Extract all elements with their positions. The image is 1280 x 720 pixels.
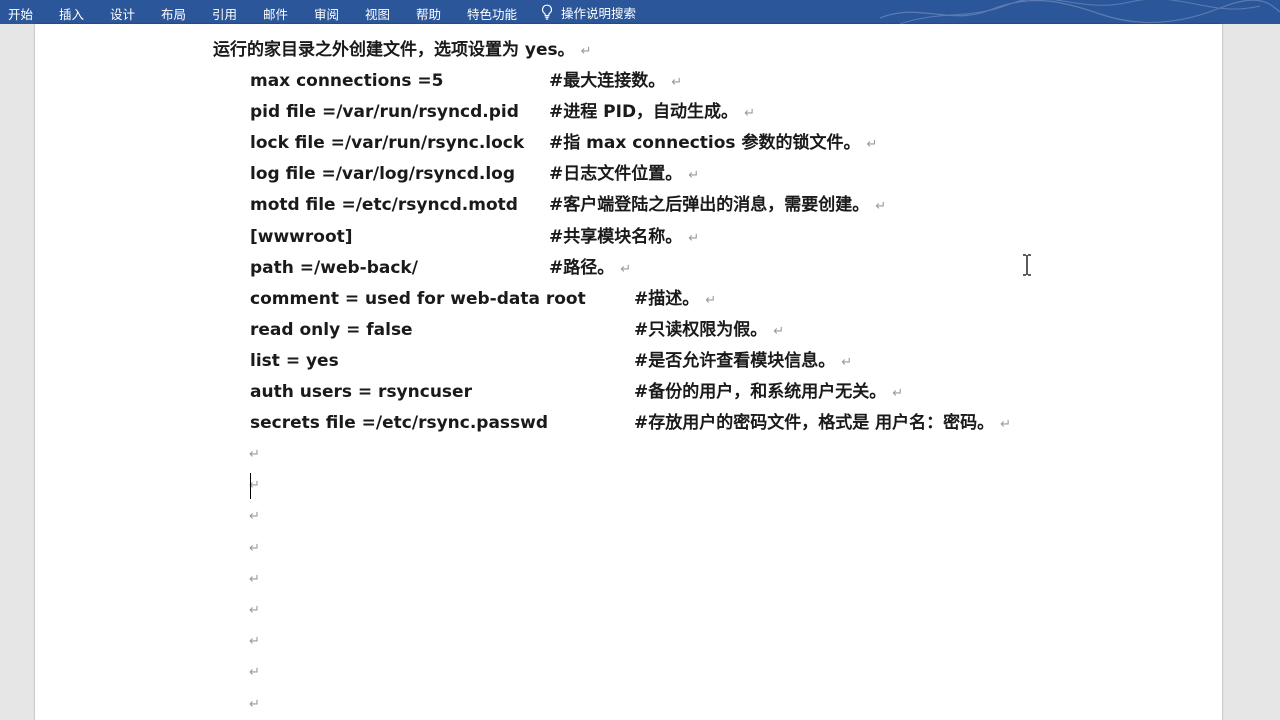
- comment-text: #共享模块名称。: [549, 227, 683, 247]
- config-code: read only = false: [250, 320, 413, 340]
- comment-text: #日志文件位置。: [549, 164, 683, 184]
- tab-home[interactable]: 开始: [8, 4, 33, 23]
- paragraph-mark: ↵: [773, 324, 785, 339]
- config-code: secrets file =/etc/rsync.passwd: [250, 413, 549, 433]
- tell-me-search[interactable]: 操作说明搜索: [541, 0, 636, 24]
- config-comment: #是否允许查看模块信息。 ↵: [634, 347, 852, 375]
- tell-me-label: 操作说明搜索: [561, 5, 637, 21]
- config-comment: #共享模块名称。 ↵: [549, 223, 699, 251]
- config-code: list = yes: [250, 351, 339, 371]
- config-code: max connections =5: [250, 71, 444, 91]
- paragraph-mark: ↵: [892, 386, 904, 401]
- config-code: motd file =/etc/rsyncd.motd: [250, 195, 518, 215]
- paragraph-mark: ↵: [875, 199, 887, 214]
- config-comment: #只读权限为假。 ↵: [634, 316, 784, 344]
- paragraph-mark: ↵: [620, 262, 632, 277]
- tab-review[interactable]: 审阅: [314, 4, 339, 23]
- config-comment: #客户端登陆之后弹出的消息，需要创建。 ↵: [549, 191, 886, 219]
- config-comment: #指 max connectios 参数的锁文件。 ↵: [549, 129, 877, 157]
- config-code: lock file =/var/run/rsync.lock: [250, 133, 525, 153]
- comment-text: #路径。: [549, 258, 615, 278]
- config-code: auth users = rsyncuser: [250, 382, 472, 402]
- paragraph-mark: ↵: [671, 75, 683, 90]
- tab-help[interactable]: 帮助: [416, 4, 441, 23]
- comment-text: #最大连接数。: [549, 71, 666, 91]
- paragraph-mark: ↵: [866, 137, 878, 152]
- config-comment: #日志文件位置。 ↵: [549, 160, 699, 188]
- comment-text: #进程 PID，自动生成。: [549, 102, 739, 122]
- empty-paragraph-mark: ↵: [249, 665, 260, 680]
- comment-text: #只读权限为假。: [634, 320, 768, 340]
- empty-paragraph-mark: ↵: [249, 541, 260, 556]
- tab-design[interactable]: 设计: [110, 4, 135, 23]
- doc-intro-line: 运行的家目录之外创建文件，选项设置为 yes。 ↵: [213, 36, 592, 64]
- config-code: pid file =/var/run/rsyncd.pid: [250, 102, 519, 122]
- ibeam-cursor-icon: [1023, 254, 1031, 276]
- lightbulb-icon: [541, 4, 553, 20]
- ribbon-tab-bar: 开始 插入 设计 布局 引用 邮件 审阅 视图 帮助 特色功能 操作说明搜索: [0, 0, 1280, 24]
- config-comment: #存放用户的密码文件，格式是 用户名：密码。 ↵: [634, 409, 1011, 437]
- config-comment: #最大连接数。 ↵: [549, 67, 682, 95]
- empty-paragraph-mark: ↵: [249, 509, 260, 524]
- empty-paragraph-mark: ↵: [249, 447, 260, 462]
- config-code: comment = used for web-data root: [250, 289, 586, 309]
- tab-layout[interactable]: 布局: [161, 4, 186, 23]
- comment-text: #存放用户的密码文件，格式是 用户名：密码。: [634, 413, 995, 433]
- paragraph-mark: ↵: [1000, 417, 1012, 432]
- config-comment: #进程 PID，自动生成。 ↵: [549, 98, 755, 126]
- intro-text: 运行的家目录之外创建文件，选项设置为 yes。: [213, 40, 575, 60]
- empty-paragraph-mark: ↵: [249, 603, 260, 618]
- comment-text: #备份的用户，和系统用户无关。: [634, 382, 887, 402]
- config-comment: #描述。 ↵: [634, 285, 716, 313]
- empty-paragraph-mark: ↵: [249, 572, 260, 587]
- comment-text: #指 max connectios 参数的锁文件。: [549, 133, 861, 153]
- comment-text: #是否允许查看模块信息。: [634, 351, 836, 371]
- tab-features[interactable]: 特色功能: [467, 4, 517, 23]
- paragraph-mark: ↵: [580, 44, 592, 59]
- comment-text: #描述。: [634, 289, 700, 309]
- paragraph-mark: ↵: [705, 293, 717, 308]
- empty-paragraph-mark: ↵: [249, 697, 260, 712]
- paragraph-mark: ↵: [688, 168, 700, 183]
- config-comment: #备份的用户，和系统用户无关。 ↵: [634, 378, 903, 406]
- workspace-margin: [1248, 24, 1280, 720]
- paragraph-mark: ↵: [841, 355, 853, 370]
- config-code: path =/web-back/: [250, 258, 418, 278]
- tab-insert[interactable]: 插入: [59, 4, 84, 23]
- config-code: log file =/var/log/rsyncd.log: [250, 164, 516, 184]
- config-code: [wwwroot]: [250, 227, 353, 247]
- paragraph-mark: ↵: [744, 106, 755, 121]
- empty-paragraph-mark: ↵: [249, 634, 260, 649]
- tab-view[interactable]: 视图: [365, 4, 390, 23]
- text-cursor: [250, 473, 251, 499]
- tab-mailings[interactable]: 邮件: [263, 4, 288, 23]
- paragraph-mark: ↵: [688, 231, 700, 246]
- tab-references[interactable]: 引用: [212, 4, 237, 23]
- comment-text: #客户端登陆之后弹出的消息，需要创建。: [549, 195, 870, 215]
- ribbon-pattern-decoration: [880, 0, 1280, 24]
- config-comment: #路径。 ↵: [549, 254, 631, 282]
